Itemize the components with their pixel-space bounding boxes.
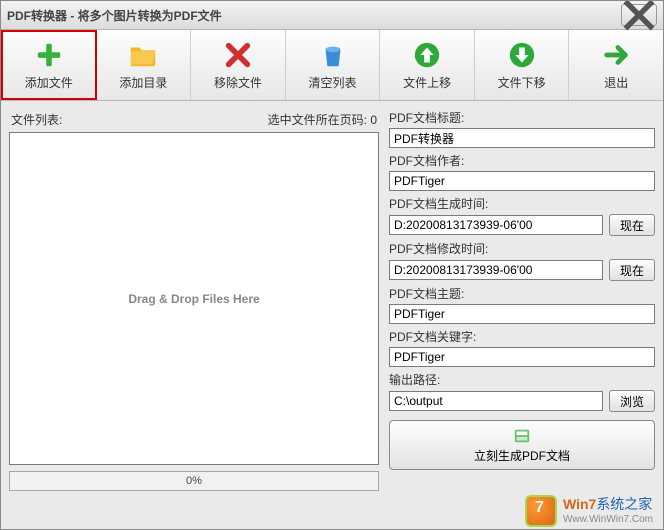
- field-label: PDF文档修改时间:: [389, 240, 655, 257]
- watermark-logo: [525, 495, 557, 527]
- toolbar-label: 文件上移: [403, 74, 451, 91]
- toolbar: 添加文件 添加目录 移除文件 清空列表 文件上移 文件下移 退出: [1, 30, 663, 101]
- progress-text: 0%: [186, 475, 202, 487]
- progress-bar: 0%: [9, 471, 379, 491]
- move-up-button[interactable]: 文件上移: [380, 30, 475, 100]
- output-field: 输出路径: 浏览: [389, 371, 655, 412]
- list-header: 文件列表: 选中文件所在页码: 0: [9, 109, 379, 132]
- toolbar-label: 移除文件: [214, 74, 262, 91]
- subject-field: PDF文档主题:: [389, 285, 655, 324]
- close-icon: [622, 0, 656, 32]
- keywords-field: PDF文档关键字:: [389, 328, 655, 367]
- delete-icon: [223, 40, 253, 70]
- exit-button[interactable]: 退出: [569, 30, 663, 100]
- close-button[interactable]: [621, 4, 657, 26]
- modified-input[interactable]: [389, 260, 603, 280]
- author-field: PDF文档作者:: [389, 152, 655, 191]
- drop-hint: Drag & Drop Files Here: [128, 292, 259, 306]
- folder-icon: [128, 40, 158, 70]
- author-input[interactable]: [389, 171, 655, 191]
- app-window: PDF转换器 - 将多个图片转换为PDF文件 添加文件 添加目录 移除文件 清空…: [0, 0, 664, 530]
- arrow-down-icon: [507, 40, 537, 70]
- arrow-up-icon: [412, 40, 442, 70]
- move-down-button[interactable]: 文件下移: [475, 30, 570, 100]
- exit-icon: [601, 40, 631, 70]
- title-field: PDF文档标题:: [389, 109, 655, 148]
- watermark-suffix: 系统之家: [596, 498, 652, 513]
- window-title: PDF转换器 - 将多个图片转换为PDF文件: [7, 7, 222, 24]
- output-input[interactable]: [389, 391, 603, 411]
- generate-label: 立刻生成PDF文档: [474, 447, 570, 464]
- generate-icon: [513, 427, 531, 445]
- generate-pdf-button[interactable]: 立刻生成PDF文档: [389, 420, 655, 470]
- right-panel: PDF文档标题: PDF文档作者: PDF文档生成时间: 现在 PDF文档修改时…: [389, 109, 655, 491]
- watermark-brand: Win7: [563, 496, 596, 512]
- main-body: 文件列表: 选中文件所在页码: 0 Drag & Drop Files Here…: [1, 101, 663, 499]
- browse-button[interactable]: 浏览: [609, 390, 655, 412]
- selected-page-label: 选中文件所在页码: 0: [268, 111, 377, 128]
- toolbar-label: 添加目录: [119, 74, 167, 91]
- now-button-created[interactable]: 现在: [609, 214, 655, 236]
- subject-input[interactable]: [389, 304, 655, 324]
- trash-icon: [318, 40, 348, 70]
- toolbar-label: 退出: [604, 74, 628, 91]
- toolbar-label: 文件下移: [498, 74, 546, 91]
- modified-field: PDF文档修改时间: 现在: [389, 240, 655, 281]
- field-label: PDF文档作者:: [389, 152, 655, 169]
- add-file-button[interactable]: 添加文件: [1, 30, 97, 100]
- remove-file-button[interactable]: 移除文件: [191, 30, 286, 100]
- toolbar-label: 清空列表: [309, 74, 357, 91]
- field-label: 输出路径:: [389, 371, 655, 388]
- title-input[interactable]: [389, 128, 655, 148]
- field-label: PDF文档关键字:: [389, 328, 655, 345]
- keywords-input[interactable]: [389, 347, 655, 367]
- created-field: PDF文档生成时间: 现在: [389, 195, 655, 236]
- plus-icon: [34, 40, 64, 70]
- left-panel: 文件列表: 选中文件所在页码: 0 Drag & Drop Files Here…: [9, 109, 379, 491]
- field-label: PDF文档标题:: [389, 109, 655, 126]
- file-list-label: 文件列表:: [11, 111, 62, 128]
- watermark: Win7系统之家 Www.WinWin7.Com: [525, 495, 653, 527]
- clear-list-button[interactable]: 清空列表: [286, 30, 381, 100]
- created-input[interactable]: [389, 215, 603, 235]
- field-label: PDF文档生成时间:: [389, 195, 655, 212]
- watermark-url: Www.WinWin7.Com: [563, 514, 653, 525]
- titlebar: PDF转换器 - 将多个图片转换为PDF文件: [1, 1, 663, 30]
- field-label: PDF文档主题:: [389, 285, 655, 302]
- now-button-modified[interactable]: 现在: [609, 259, 655, 281]
- add-dir-button[interactable]: 添加目录: [97, 30, 192, 100]
- toolbar-label: 添加文件: [25, 74, 73, 91]
- file-drop-area[interactable]: Drag & Drop Files Here: [9, 132, 379, 465]
